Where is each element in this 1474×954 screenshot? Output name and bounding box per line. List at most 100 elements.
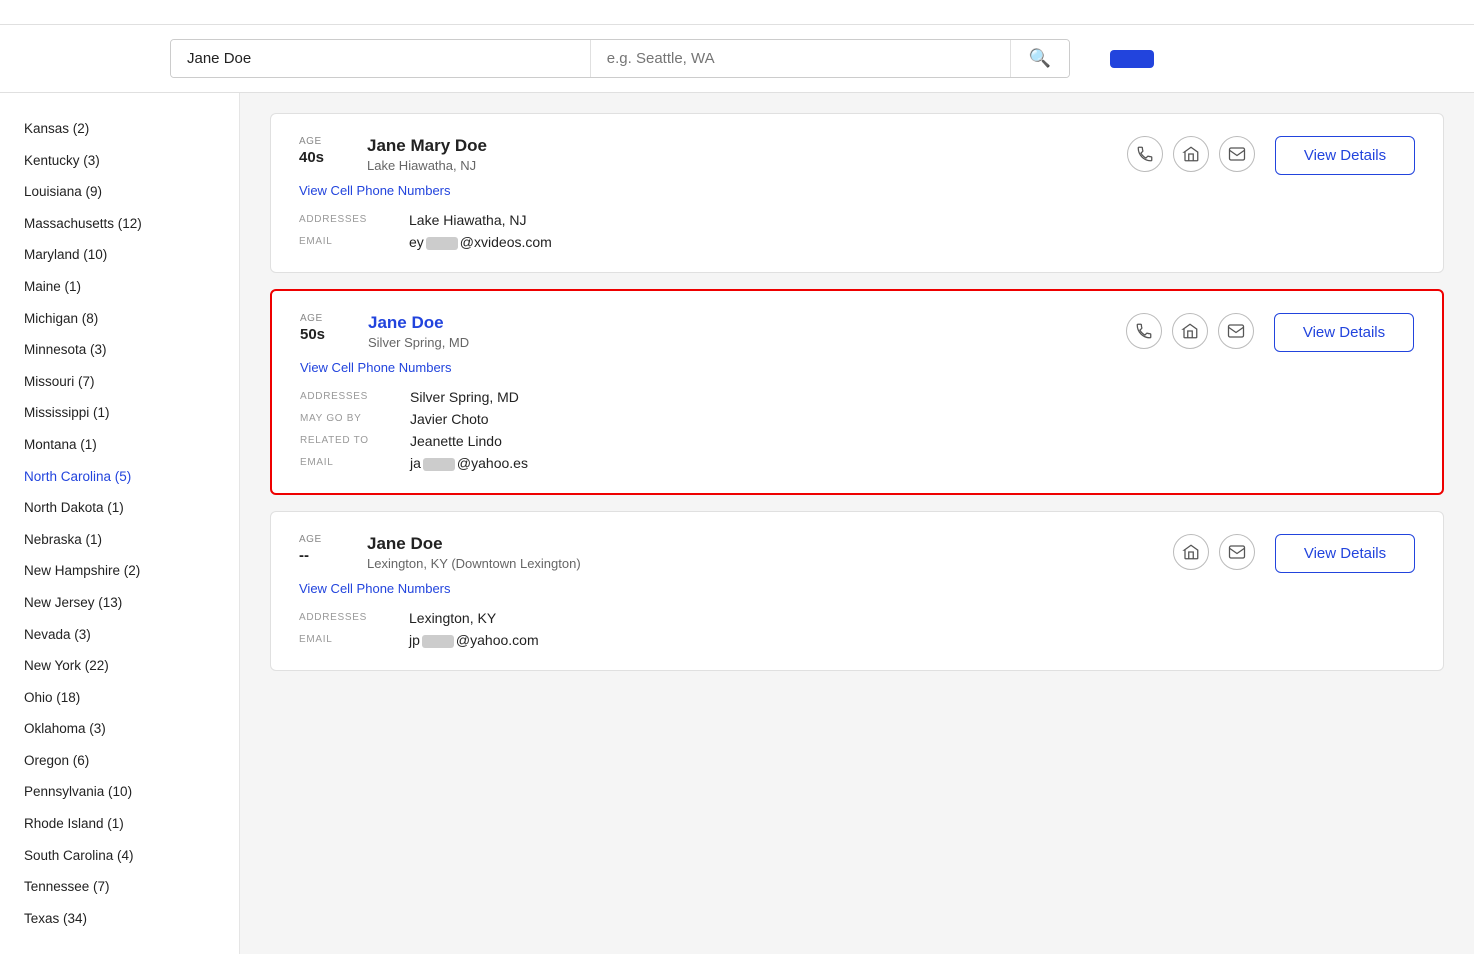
logo bbox=[20, 58, 140, 59]
detail-label-0-0: ADDRESSES bbox=[299, 212, 409, 228]
view-details-button-1[interactable]: View Details bbox=[1274, 313, 1414, 352]
name-block-2: Jane Doe Lexington, KY (Downtown Lexingt… bbox=[367, 534, 581, 571]
detail-value-0-1: ey@xvideos.com bbox=[409, 234, 552, 250]
detail-label-2-0: ADDRESSES bbox=[299, 610, 409, 626]
header-actions bbox=[1094, 50, 1154, 68]
sidebar-item-16[interactable]: Nevada (3) bbox=[0, 619, 239, 651]
person-location-2: Lexington, KY (Downtown Lexington) bbox=[367, 556, 581, 571]
sidebar-item-21[interactable]: Pennsylvania (10) bbox=[0, 776, 239, 808]
search-button[interactable]: 🔍 bbox=[1010, 40, 1069, 77]
sidebar: Kansas (2)Kentucky (3)Louisiana (9)Massa… bbox=[0, 93, 240, 954]
result-card-1: AGE 50s Jane Doe Silver Spring, MD bbox=[270, 289, 1444, 495]
card-left-0: AGE 40s Jane Mary Doe Lake Hiawatha, NJ bbox=[299, 136, 487, 173]
detail-label-1-0: ADDRESSES bbox=[300, 389, 410, 405]
age-value-0: 40s bbox=[299, 149, 349, 166]
detail-value-2-1: jp@yahoo.com bbox=[409, 632, 539, 648]
sidebar-item-24[interactable]: Tennessee (7) bbox=[0, 871, 239, 903]
home-icon[interactable] bbox=[1173, 534, 1209, 570]
redacted-2-1 bbox=[422, 635, 454, 648]
age-block-2: AGE -- bbox=[299, 534, 349, 571]
detail-row-0-0: ADDRESSES Lake Hiawatha, NJ bbox=[299, 212, 1415, 228]
sidebar-item-11[interactable]: North Carolina (5) bbox=[0, 461, 239, 493]
sidebar-item-23[interactable]: South Carolina (4) bbox=[0, 840, 239, 872]
sidebar-item-10[interactable]: Montana (1) bbox=[0, 429, 239, 461]
phone-icon[interactable] bbox=[1126, 313, 1162, 349]
card-top-0: AGE 40s Jane Mary Doe Lake Hiawatha, NJ bbox=[299, 136, 1415, 175]
header: 🔍 bbox=[0, 0, 1474, 93]
email-icon[interactable] bbox=[1219, 136, 1255, 172]
sidebar-item-19[interactable]: Oklahoma (3) bbox=[0, 713, 239, 745]
age-value-2: -- bbox=[299, 547, 349, 564]
sidebar-item-8[interactable]: Missouri (7) bbox=[0, 366, 239, 398]
detail-label-0-1: EMAIL bbox=[299, 234, 409, 250]
card-details-1: ADDRESSES Silver Spring, MD MAY GO BY Ja… bbox=[300, 389, 1414, 471]
search-inputs: 🔍 bbox=[170, 39, 1070, 78]
card-left-2: AGE -- Jane Doe Lexington, KY (Downtown … bbox=[299, 534, 581, 571]
detail-row-1-3: EMAIL ja@yahoo.es bbox=[300, 455, 1414, 471]
age-label-0: AGE bbox=[299, 136, 349, 147]
email-icon[interactable] bbox=[1218, 313, 1254, 349]
sidebar-item-3[interactable]: Massachusetts (12) bbox=[0, 208, 239, 240]
card-top-2: AGE -- Jane Doe Lexington, KY (Downtown … bbox=[299, 534, 1415, 573]
person-name-0: Jane Mary Doe bbox=[367, 136, 487, 156]
detail-row-0-1: EMAIL ey@xvideos.com bbox=[299, 234, 1415, 250]
card-icons-0 bbox=[1127, 136, 1255, 172]
detail-label-2-1: EMAIL bbox=[299, 632, 409, 648]
home-icon[interactable] bbox=[1172, 313, 1208, 349]
view-cell-link-1[interactable]: View Cell Phone Numbers bbox=[300, 360, 452, 375]
detail-value-1-3: ja@yahoo.es bbox=[410, 455, 528, 471]
sidebar-item-13[interactable]: Nebraska (1) bbox=[0, 524, 239, 556]
person-name-2: Jane Doe bbox=[367, 534, 581, 554]
age-block-0: AGE 40s bbox=[299, 136, 349, 173]
sidebar-item-2[interactable]: Louisiana (9) bbox=[0, 176, 239, 208]
age-label-2: AGE bbox=[299, 534, 349, 545]
email-icon[interactable] bbox=[1219, 534, 1255, 570]
sidebar-item-7[interactable]: Minnesota (3) bbox=[0, 334, 239, 366]
age-block-1: AGE 50s bbox=[300, 313, 350, 350]
sidebar-item-12[interactable]: North Dakota (1) bbox=[0, 492, 239, 524]
detail-value-1-1: Javier Choto bbox=[410, 411, 489, 427]
name-block-0: Jane Mary Doe Lake Hiawatha, NJ bbox=[367, 136, 487, 173]
view-cell-link-0[interactable]: View Cell Phone Numbers bbox=[299, 183, 451, 198]
detail-label-1-1: MAY GO BY bbox=[300, 411, 410, 427]
sidebar-item-17[interactable]: New York (22) bbox=[0, 650, 239, 682]
sidebar-item-25[interactable]: Texas (34) bbox=[0, 903, 239, 935]
view-cell-link-2[interactable]: View Cell Phone Numbers bbox=[299, 581, 451, 596]
sidebar-item-6[interactable]: Michigan (8) bbox=[0, 303, 239, 335]
person-location-0: Lake Hiawatha, NJ bbox=[367, 158, 487, 173]
detail-value-1-2: Jeanette Lindo bbox=[410, 433, 502, 449]
search-input-location[interactable] bbox=[590, 40, 1010, 77]
person-name-1[interactable]: Jane Doe bbox=[368, 313, 469, 333]
sidebar-item-22[interactable]: Rhode Island (1) bbox=[0, 808, 239, 840]
detail-value-0-0: Lake Hiawatha, NJ bbox=[409, 212, 527, 228]
home-icon[interactable] bbox=[1173, 136, 1209, 172]
search-input-name[interactable] bbox=[171, 40, 590, 77]
card-icons-1 bbox=[1126, 313, 1254, 349]
main-layout: Kansas (2)Kentucky (3)Louisiana (9)Massa… bbox=[0, 93, 1474, 954]
detail-row-2-0: ADDRESSES Lexington, KY bbox=[299, 610, 1415, 626]
sidebar-item-4[interactable]: Maryland (10) bbox=[0, 239, 239, 271]
detail-value-1-0: Silver Spring, MD bbox=[410, 389, 519, 405]
sidebar-item-0[interactable]: Kansas (2) bbox=[0, 113, 239, 145]
sidebar-item-14[interactable]: New Hampshire (2) bbox=[0, 555, 239, 587]
phone-icon[interactable] bbox=[1127, 136, 1163, 172]
card-icons-2 bbox=[1173, 534, 1255, 570]
detail-row-1-2: RELATED TO Jeanette Lindo bbox=[300, 433, 1414, 449]
view-details-button-0[interactable]: View Details bbox=[1275, 136, 1415, 175]
signup-button[interactable] bbox=[1110, 50, 1154, 68]
sidebar-item-1[interactable]: Kentucky (3) bbox=[0, 145, 239, 177]
sidebar-item-18[interactable]: Ohio (18) bbox=[0, 682, 239, 714]
card-left-1: AGE 50s Jane Doe Silver Spring, MD bbox=[300, 313, 469, 350]
sidebar-item-9[interactable]: Mississippi (1) bbox=[0, 397, 239, 429]
redacted-0-1 bbox=[426, 237, 458, 250]
detail-row-1-1: MAY GO BY Javier Choto bbox=[300, 411, 1414, 427]
name-block-1: Jane Doe Silver Spring, MD bbox=[368, 313, 469, 350]
sidebar-item-15[interactable]: New Jersey (13) bbox=[0, 587, 239, 619]
sidebar-item-5[interactable]: Maine (1) bbox=[0, 271, 239, 303]
view-details-button-2[interactable]: View Details bbox=[1275, 534, 1415, 573]
detail-label-1-2: RELATED TO bbox=[300, 433, 410, 449]
result-card-2: AGE -- Jane Doe Lexington, KY (Downtown … bbox=[270, 511, 1444, 671]
card-top-1: AGE 50s Jane Doe Silver Spring, MD bbox=[300, 313, 1414, 352]
search-icon: 🔍 bbox=[1029, 48, 1051, 68]
search-bar-row: 🔍 bbox=[0, 25, 1474, 92]
